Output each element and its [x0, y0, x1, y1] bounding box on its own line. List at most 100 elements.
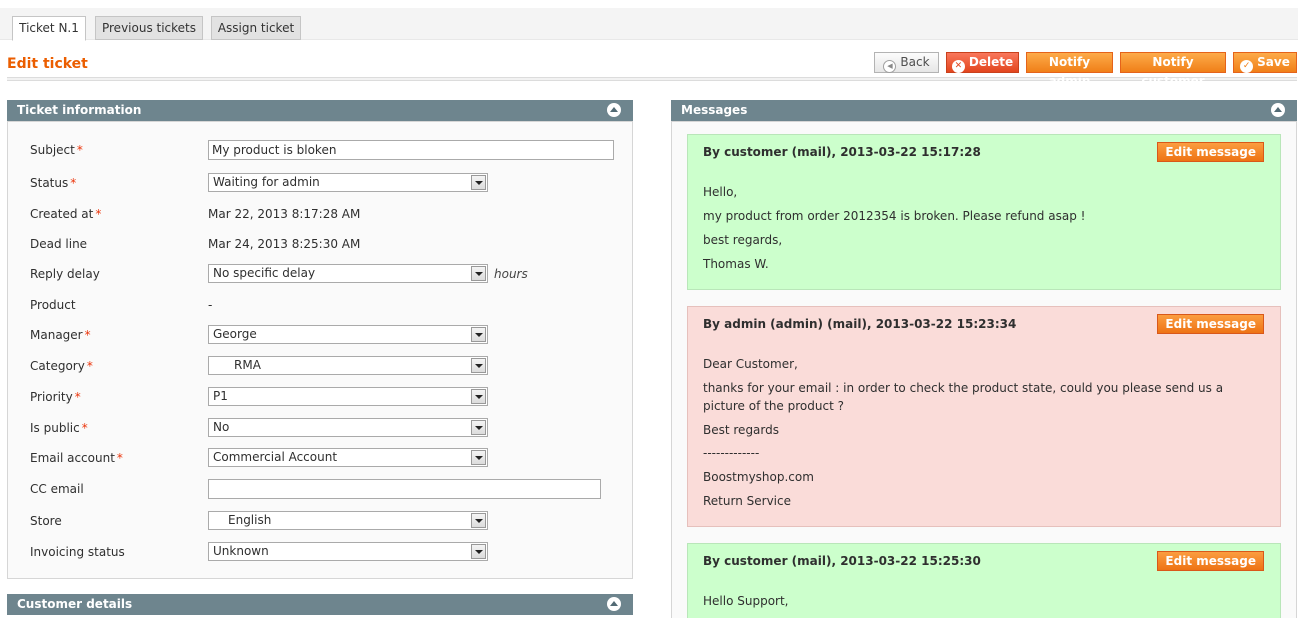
chevron-down-icon [471, 266, 486, 281]
priority-label: Priority * [30, 390, 81, 404]
ticket-information-title: Ticket information [17, 103, 142, 117]
cc-email-row: CC email [30, 479, 630, 501]
save-button[interactable]: ✓ Save [1233, 52, 1297, 73]
created-at-label: Created at * [30, 207, 102, 221]
invoicing-status-select[interactable]: Unknown [208, 542, 488, 561]
status-select[interactable]: Waiting for admin [208, 173, 488, 192]
edit-message-button[interactable]: Edit message [1157, 142, 1264, 162]
category-label: Category * [30, 359, 93, 373]
chevron-down-icon [471, 327, 486, 342]
back-button-label: Back [900, 55, 930, 69]
is-public-select[interactable]: No [208, 418, 488, 437]
invoicing-status-label: Invoicing status [30, 545, 125, 559]
store-value: English [228, 513, 272, 527]
tab-ticket[interactable]: Ticket N.1 [12, 16, 86, 41]
is-public-label: Is public * [30, 421, 88, 435]
email-account-value: Commercial Account [213, 450, 338, 464]
message-author: By customer (mail), 2013-03-22 15:17:28 [703, 145, 981, 159]
tab-previous-tickets[interactable]: Previous tickets [95, 16, 203, 40]
title-divider [7, 77, 1297, 81]
category-select[interactable]: RMA [208, 356, 488, 375]
message-author: By customer (mail), 2013-03-22 15:25:30 [703, 554, 981, 568]
cc-email-input[interactable] [208, 479, 601, 499]
ticket-information-header[interactable]: Ticket information [7, 100, 633, 121]
delete-button-label: Delete [968, 55, 1014, 69]
delete-button[interactable]: ✕ Delete [946, 52, 1019, 73]
message-line: Return Service [703, 494, 791, 508]
message-card: By admin (admin) (mail), 2013-03-22 15:2… [687, 306, 1281, 527]
messages-title: Messages [681, 103, 748, 117]
category-row: Category * RMA [30, 356, 630, 378]
created-at-value: Mar 22, 2013 8:17:28 AM [208, 207, 361, 221]
collapse-up-icon[interactable] [607, 103, 621, 117]
message-line: Thomas W. [703, 257, 769, 271]
customer-details-header[interactable]: Customer details [7, 594, 633, 615]
priority-value: P1 [213, 389, 228, 403]
manager-row: Manager * George [30, 325, 630, 347]
message-line: thanks for your email : in order to chec… [703, 381, 1224, 413]
store-row: Store English [30, 511, 630, 533]
message-card: By customer (mail), 2013-03-22 15:25:30 … [687, 543, 1281, 618]
notify-customer-button[interactable]: Notify customer [1120, 52, 1226, 88]
edit-message-button[interactable]: Edit message [1157, 314, 1264, 334]
chevron-down-icon [471, 544, 486, 559]
product-label: Product [30, 298, 76, 312]
edit-message-button[interactable]: Edit message [1157, 551, 1264, 571]
chevron-down-icon [471, 420, 486, 435]
collapse-up-icon[interactable] [607, 597, 621, 611]
subject-input[interactable]: My product is bloken [208, 140, 614, 160]
cc-email-label: CC email [30, 482, 84, 496]
messages-header[interactable]: Messages [671, 100, 1297, 121]
status-row: Status * Waiting for admin [30, 173, 630, 195]
is-public-row: Is public * No [30, 418, 630, 440]
created-at-row: Created at * Mar 22, 2013 8:17:28 AM [30, 204, 630, 226]
dead-line-value: Mar 24, 2013 8:25:30 AM [208, 237, 361, 251]
store-select[interactable]: English [208, 511, 488, 530]
priority-select[interactable]: P1 [208, 387, 488, 406]
reply-delay-value: No specific delay [213, 266, 316, 280]
message-line: Hello Support, [703, 594, 789, 608]
invoicing-status-row: Invoicing status Unknown [30, 542, 630, 564]
page-title: Edit ticket [7, 56, 88, 72]
product-value: - [208, 298, 213, 312]
subject-label: Subject * [30, 143, 83, 157]
chevron-down-icon [471, 389, 486, 404]
customer-details-title: Customer details [17, 597, 133, 611]
status-label: Status * [30, 176, 77, 190]
back-button[interactable]: ◀ Back [874, 52, 939, 73]
notify-admin-button[interactable]: Notify admin [1026, 52, 1113, 88]
chevron-down-icon [471, 175, 486, 190]
category-value: RMA [234, 358, 261, 372]
app: Ticket N.1 Previous tickets Assign ticke… [0, 0, 1310, 618]
dead-line-label: Dead line [30, 237, 88, 251]
chevron-down-icon [471, 513, 486, 528]
message-line: Hello, [703, 185, 738, 199]
manager-select[interactable]: George [208, 325, 488, 344]
tab-assign-ticket[interactable]: Assign ticket [211, 16, 301, 40]
message-line: Best regards [703, 423, 780, 437]
priority-row: Priority * P1 [30, 387, 630, 409]
manager-value: George [213, 327, 257, 341]
is-public-value: No [213, 420, 230, 434]
email-account-label: Email account * [30, 451, 123, 465]
delete-circle-icon: ✕ [951, 60, 965, 73]
subject-row: Subject * My product is bloken [30, 140, 630, 162]
message-line: my product from order 2012354 is broken.… [703, 209, 1086, 223]
save-button-label: Save [1257, 55, 1290, 69]
collapse-up-icon[interactable] [1271, 103, 1285, 117]
message-line: ------------- [703, 446, 760, 460]
arrow-left-icon: ◀ [883, 60, 897, 73]
reply-delay-select[interactable]: No specific delay [208, 264, 488, 283]
checkmark-icon: ✓ [1240, 60, 1254, 73]
reply-delay-row: Reply delay No specific delay hours [30, 264, 630, 286]
message-line: Dear Customer, [703, 357, 798, 371]
product-row: Product - [30, 295, 630, 317]
tabs-bar: Ticket N.1 Previous tickets Assign ticke… [0, 8, 1298, 41]
chevron-down-icon [471, 358, 486, 373]
invoicing-status-value: Unknown [213, 544, 269, 558]
email-account-row: Email account * Commercial Account [30, 448, 630, 470]
message-card: By customer (mail), 2013-03-22 15:17:28 … [687, 134, 1281, 290]
email-account-select[interactable]: Commercial Account [208, 448, 488, 467]
message-line: best regards, [703, 233, 783, 247]
dead-line-row: Dead line Mar 24, 2013 8:25:30 AM [30, 234, 630, 256]
